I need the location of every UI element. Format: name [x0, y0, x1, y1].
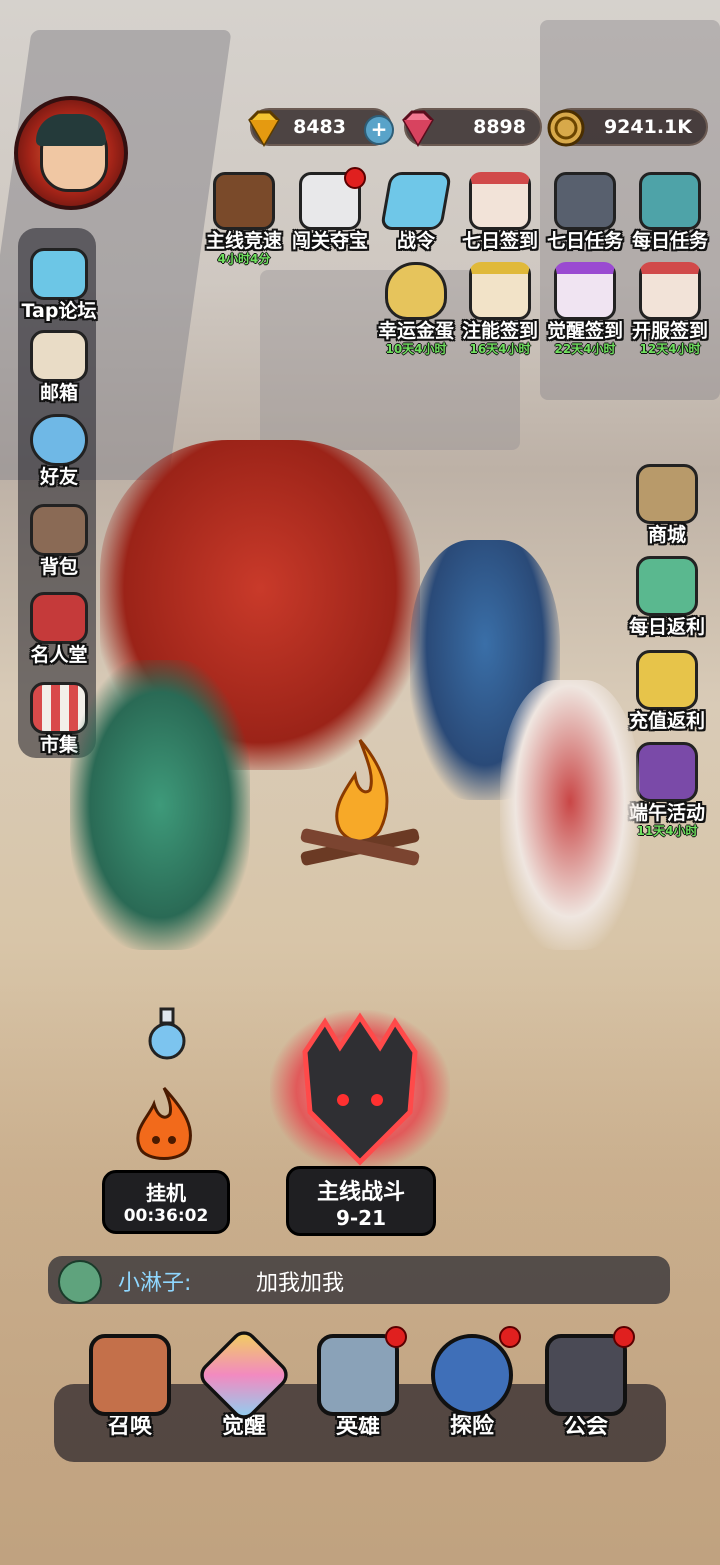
chat-message: 加我加我: [256, 1271, 345, 1296]
event-awaken-signin[interactable]: 觉醒签到 22天4小时: [545, 262, 625, 356]
main-battle-stage: 9-21: [335, 1206, 387, 1230]
friends-icon: [30, 414, 88, 466]
notification-dot: [344, 167, 366, 189]
player-avatar[interactable]: [14, 96, 128, 210]
add-currency-button[interactable]: +: [364, 115, 394, 145]
dock-guild[interactable]: 公会: [538, 1326, 635, 1438]
coin-counter[interactable]: 9241.1K: [547, 108, 708, 147]
gift-box-icon: [636, 556, 698, 616]
event-lucky-egg[interactable]: 幸运金蛋 10天4小时: [376, 262, 456, 356]
main-battle-label: 主线战斗: [316, 1180, 405, 1205]
dock-summon[interactable]: 召唤: [82, 1334, 178, 1438]
event-seven-day-signin[interactable]: 七日签到: [460, 172, 540, 252]
coin-icon: [547, 109, 585, 147]
event-main-race[interactable]: 主线竞速 4小时4分: [204, 172, 284, 266]
pink-gem-counter[interactable]: 8898: [402, 108, 542, 147]
trophy-icon: [213, 172, 275, 230]
flame-icon: [136, 1086, 192, 1160]
calendar-5-icon: [469, 172, 531, 230]
right-item-shop[interactable]: 商城: [626, 464, 708, 546]
snake-sorceress-hero[interactable]: [70, 660, 250, 950]
right-item-daily-rebate[interactable]: 每日返利: [626, 556, 708, 638]
notification-dot: [499, 1326, 521, 1348]
calendar-8-icon: [554, 262, 616, 320]
gold-gem-icon: [248, 110, 280, 147]
dock-awaken[interactable]: 觉醒: [194, 1325, 294, 1438]
side-item-backpack[interactable]: 背包: [20, 504, 98, 578]
event-icon: [636, 742, 698, 802]
main-battle-button[interactable]: 主线战斗 9-21: [286, 1166, 436, 1236]
gold-gem-counter[interactable]: 8483 +: [248, 108, 394, 147]
pink-gem-value: 8898: [473, 116, 526, 138]
calendar-10-icon: [639, 262, 701, 320]
coin-value: 9241.1K: [603, 116, 692, 138]
task-book-icon: [639, 172, 701, 230]
compass-icon: [431, 1326, 521, 1416]
golden-egg-icon: [385, 262, 447, 320]
right-item-recharge-rebate[interactable]: 充值返利: [626, 650, 708, 732]
chat-bubble-icon: [30, 248, 88, 300]
side-item-mailbox[interactable]: 邮箱: [20, 330, 98, 404]
recharge-card-icon: [636, 650, 698, 710]
event-seven-day-tasks[interactable]: 七日任务: [545, 172, 625, 252]
potion-icon[interactable]: [142, 1005, 192, 1061]
shop-bag-icon: [636, 464, 698, 524]
gold-gem-value: 8483: [293, 116, 346, 138]
side-item-tap-forum[interactable]: Tap论坛: [20, 248, 98, 322]
side-item-hall-of-fame[interactable]: 名人堂: [20, 592, 98, 666]
hall-of-fame-icon: [30, 592, 88, 644]
wolf-boss-icon: [302, 1012, 418, 1166]
backpack-icon: [30, 504, 88, 556]
event-server-open-signin[interactable]: 开服签到 12天4小时: [630, 262, 710, 356]
calendar-12-icon: [469, 262, 531, 320]
chat-bar[interactable]: 小淋子: 加我加我: [48, 1256, 670, 1304]
helmet-icon: [554, 172, 616, 230]
event-stage-treasure[interactable]: 闯关夺宝: [290, 167, 370, 252]
pink-gem-icon: [402, 110, 434, 147]
notification-dot: [613, 1326, 635, 1348]
hero-icon: [317, 1326, 407, 1416]
awaken-icon: [194, 1325, 294, 1425]
dock-heroes[interactable]: 英雄: [310, 1326, 407, 1438]
event-battle-pass[interactable]: 战令: [376, 172, 456, 252]
event-daily-tasks[interactable]: 每日任务: [630, 172, 710, 252]
summon-icon: [89, 1334, 171, 1416]
chat-username: 小淋子:: [118, 1271, 192, 1296]
chat-user-avatar: [58, 1260, 102, 1304]
idle-timer: 00:36:02: [123, 1206, 209, 1226]
event-energy-signin[interactable]: 注能签到 16天4小时: [460, 262, 540, 356]
side-item-friends[interactable]: 好友: [20, 414, 98, 488]
notification-dot: [385, 1326, 407, 1348]
guild-icon: [545, 1326, 635, 1416]
wolf-icon: [299, 167, 366, 230]
red-hair-scholar-hero[interactable]: [500, 680, 640, 950]
campfire-icon: [300, 739, 420, 866]
idle-label: 挂机: [146, 1181, 186, 1205]
mail-icon: [30, 330, 88, 382]
battle-pass-icon: [379, 172, 453, 230]
idle-button[interactable]: 挂机 00:36:02: [102, 1170, 230, 1234]
dock-explore[interactable]: 探险: [424, 1326, 521, 1438]
